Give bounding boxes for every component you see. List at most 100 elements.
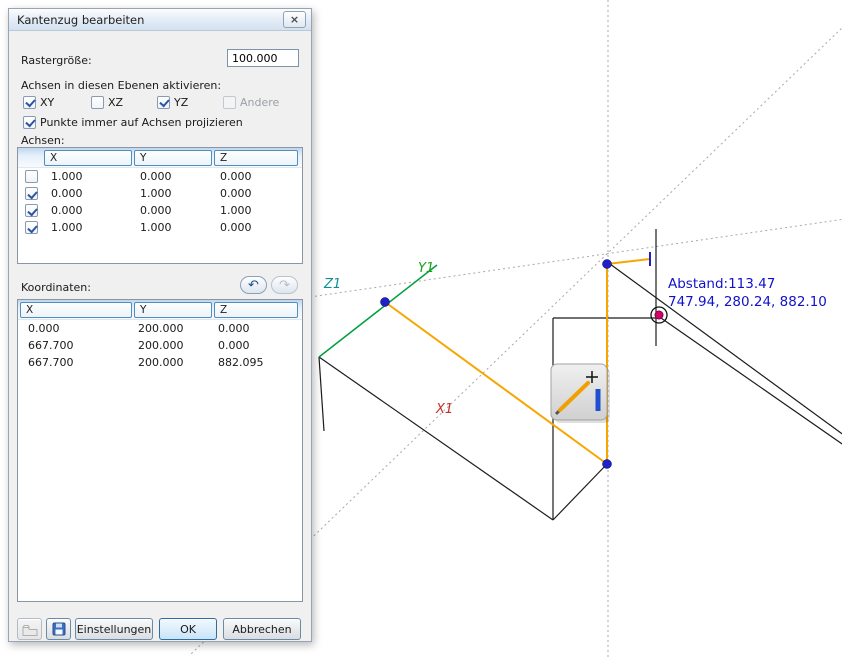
cancel-button[interactable]: Abbrechen [223, 618, 301, 640]
axes-cell-y: 0.000 [134, 170, 214, 183]
coords-cell-y: 200.000 [132, 322, 212, 335]
checkbox-plane-xz[interactable]: XZ [91, 95, 123, 109]
axes-row[interactable]: 0.000 1.000 0.000 [18, 185, 302, 202]
coords-cell-y: 200.000 [132, 356, 212, 369]
save-file-button[interactable] [46, 618, 71, 640]
axes-row-checkbox-cell [18, 170, 44, 183]
ok-button[interactable]: OK [159, 618, 217, 640]
checkbox-plane-yz-box[interactable] [157, 96, 170, 109]
coordinates-table[interactable]: X Y Z 0.000 200.000 0.000 667.700 200.00… [17, 299, 303, 602]
cursor-coordinates-readout: 747.94, 280.24, 882.10 [668, 294, 827, 310]
axes-section-label: Achsen: [21, 134, 65, 147]
wireframe-edge [553, 464, 607, 520]
axes-cell-x: 1.000 [44, 170, 134, 183]
planes-section-label: Achsen in diesen Ebenen aktivieren: [21, 79, 221, 92]
checkbox-project-points-box[interactable] [23, 116, 36, 129]
undo-icon: ↶ [248, 279, 259, 292]
checkbox-plane-xy[interactable]: XY [23, 95, 54, 109]
coords-header-x[interactable]: X [20, 302, 132, 318]
raster-size-label: Rastergröße: [21, 54, 92, 67]
checkbox-plane-andere-label: Andere [240, 96, 279, 109]
coordinates-table-body: 0.000 200.000 0.000 667.700 200.000 0.00… [18, 320, 302, 371]
vertex-point-2[interactable] [603, 460, 612, 469]
axes-cell-z: 0.000 [214, 170, 302, 183]
coords-cell-z: 0.000 [212, 322, 302, 335]
checkbox-plane-xy-label: XY [40, 96, 54, 109]
axis-label-y1: Y1 [418, 261, 434, 276]
axes-row-checkbox-cell [18, 187, 44, 200]
coords-cell-y: 200.000 [132, 339, 212, 352]
snap-marker [651, 307, 667, 323]
checkbox-plane-yz[interactable]: YZ [157, 95, 188, 109]
checkbox-project-points[interactable]: Punkte immer auf Achsen projizieren [23, 115, 243, 129]
open-file-button [17, 618, 42, 640]
dialog-title: Kantenzug bearbeiten [17, 13, 283, 27]
checkbox-plane-xy-box[interactable] [23, 96, 36, 109]
checkbox-plane-xz-label: XZ [108, 96, 123, 109]
axes-header-x[interactable]: X [44, 150, 132, 166]
settings-button[interactable]: Einstellungen [75, 618, 153, 640]
axes-row-checkbox[interactable] [25, 187, 38, 200]
raster-size-input[interactable] [227, 49, 299, 67]
coordinates-table-header: X Y Z [18, 300, 302, 320]
checkbox-plane-andere: Andere [223, 95, 279, 109]
cancel-button-label: Abbrechen [232, 620, 291, 639]
axes-cell-y: 1.000 [134, 221, 214, 234]
checkbox-plane-yz-label: YZ [174, 96, 188, 109]
folder-icon [22, 623, 38, 636]
axis-label-x1: X1 [435, 402, 453, 417]
axes-row-checkbox[interactable] [25, 170, 38, 183]
axes-cell-x: 0.000 [44, 187, 134, 200]
distance-readout: Abstand:113.47 [668, 276, 775, 292]
save-disk-icon [52, 622, 66, 636]
close-icon: × [290, 13, 299, 26]
axes-cell-y: 1.000 [134, 187, 214, 200]
add-point-cursor-icon [551, 364, 610, 423]
edited-polyline[interactable] [385, 259, 650, 464]
axes-cell-z: 0.000 [214, 187, 302, 200]
coords-header-z[interactable]: Z [214, 302, 298, 318]
coords-cell-z: 882.095 [212, 356, 302, 369]
wireframe-edge [319, 357, 324, 431]
axes-cell-x: 1.000 [44, 221, 134, 234]
checkbox-plane-andere-box [223, 96, 236, 109]
axes-cell-x: 0.000 [44, 204, 134, 217]
snap-point [655, 311, 663, 319]
axes-cell-z: 1.000 [214, 204, 302, 217]
undo-button[interactable]: ↶ [240, 276, 267, 294]
checkbox-plane-xz-box[interactable] [91, 96, 104, 109]
coords-cell-x: 667.700 [18, 356, 132, 369]
coords-header-y[interactable]: Y [134, 302, 212, 318]
coords-row[interactable]: 667.700 200.000 0.000 [18, 337, 302, 354]
axes-row-checkbox[interactable] [25, 221, 38, 234]
coords-cell-z: 0.000 [212, 339, 302, 352]
checkbox-project-points-label: Punkte immer auf Achsen projizieren [40, 116, 243, 129]
axes-cell-y: 0.000 [134, 204, 214, 217]
redo-button: ↷ [271, 276, 298, 294]
vertex-point-3[interactable] [603, 260, 612, 269]
dialog-titlebar[interactable]: Kantenzug bearbeiten × [9, 9, 311, 31]
coordinates-section-label: Koordinaten: [21, 281, 91, 294]
coords-cell-x: 0.000 [18, 322, 132, 335]
axes-table[interactable]: X Y Z 1.000 0.000 0.000 0.000 1.000 0.00… [17, 147, 303, 264]
redo-icon: ↷ [279, 279, 290, 292]
axes-row[interactable]: 1.000 1.000 0.000 [18, 219, 302, 236]
axes-row-checkbox-cell [18, 221, 44, 234]
ok-button-label: OK [180, 620, 196, 639]
axes-table-header: X Y Z [18, 148, 302, 168]
axes-header-z[interactable]: Z [214, 150, 298, 166]
coords-row[interactable]: 667.700 200.000 882.095 [18, 354, 302, 371]
axes-row-checkbox-cell [18, 204, 44, 217]
axes-header-y[interactable]: Y [134, 150, 212, 166]
vertex-point-1[interactable] [381, 298, 390, 307]
settings-button-label: Einstellungen [77, 620, 152, 639]
close-button[interactable]: × [283, 11, 306, 28]
axes-row-checkbox[interactable] [25, 204, 38, 217]
coords-cell-x: 667.700 [18, 339, 132, 352]
wireframe-edge [661, 318, 842, 446]
axes-row[interactable]: 0.000 0.000 1.000 [18, 202, 302, 219]
polyline-rubberband-segment[interactable] [607, 259, 650, 264]
coords-row[interactable]: 0.000 200.000 0.000 [18, 320, 302, 337]
dialog-kantenzug-bearbeiten: Kantenzug bearbeiten × Rastergröße: Achs… [8, 8, 312, 642]
axes-row[interactable]: 1.000 0.000 0.000 [18, 168, 302, 185]
